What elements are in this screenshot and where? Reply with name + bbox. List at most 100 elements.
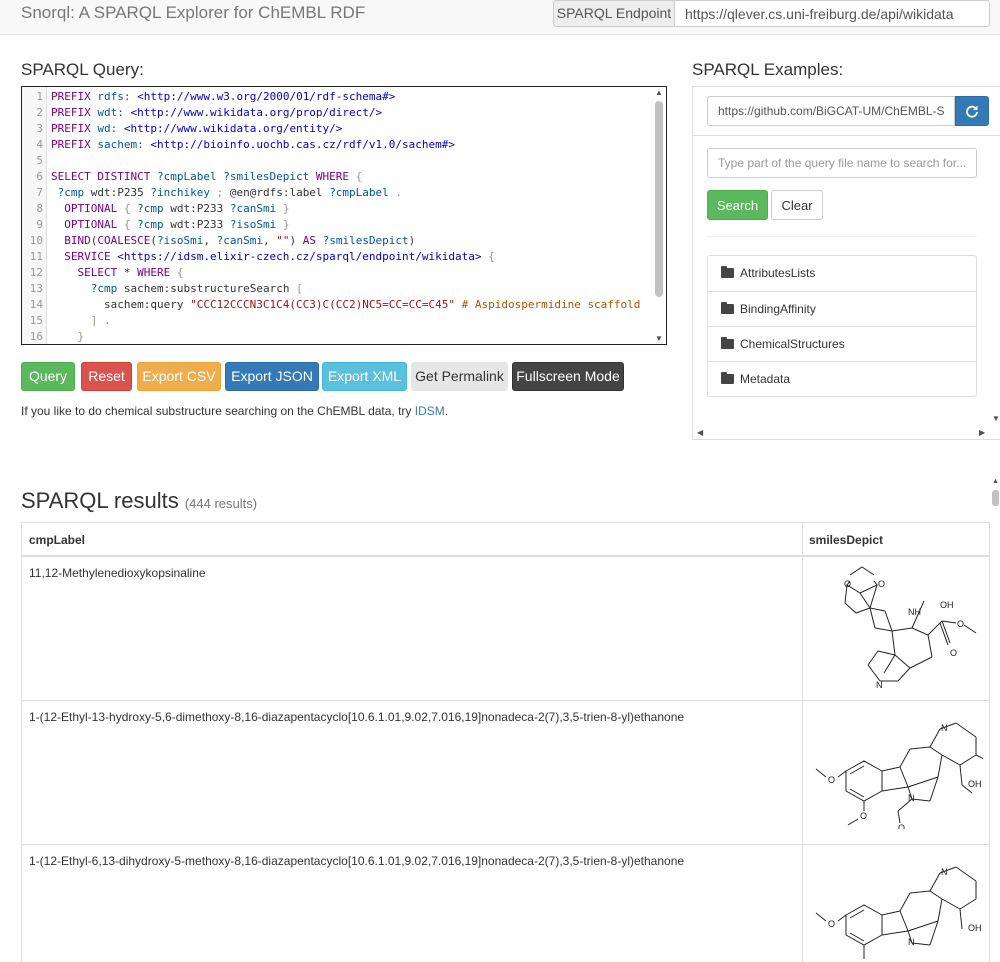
- page-scrollbar[interactable]: ▲: [991, 478, 1000, 948]
- code-line[interactable]: 12 SELECT * WHERE {: [22, 265, 654, 281]
- code-line[interactable]: 16 }: [22, 329, 654, 344]
- results-heading: SPARQL results (444 results): [21, 488, 257, 514]
- code-text[interactable]: PREFIX sachem: <http://bioinfo.uochb.cas…: [51, 137, 455, 153]
- code-text[interactable]: PREFIX wd: <http://www.wikidata.org/enti…: [51, 121, 342, 137]
- mol-atom-label: N: [908, 793, 915, 803]
- code-text[interactable]: ?cmp wdt:P235 ?inchikey ; @en@rdfs:label…: [51, 185, 402, 201]
- query-button[interactable]: Query: [21, 362, 75, 391]
- idsm-note: If you like to do chemical substructure …: [21, 404, 448, 418]
- code-text[interactable]: ] .: [51, 313, 111, 329]
- code-line[interactable]: 9 OPTIONAL { ?cmp wdt:P233 ?isoSmi }: [22, 217, 654, 233]
- code-text[interactable]: SELECT * WHERE {: [51, 265, 184, 281]
- note-end: .: [444, 404, 449, 418]
- folder-icon: [721, 302, 734, 314]
- line-number: 11: [29, 250, 43, 263]
- code-line[interactable]: 1 PREFIX rdfs: <http://www.w3.org/2000/01…: [22, 89, 654, 105]
- code-text[interactable]: SERVICE <https://idsm.elixir-czech.cz/sp…: [51, 249, 494, 265]
- code-line[interactable]: 8 OPTIONAL { ?cmp wdt:P233 ?canSmi }: [22, 201, 654, 217]
- folder-item-bindingaffinity[interactable]: BindingAffinity: [708, 291, 976, 326]
- mol-atom-label: N: [876, 680, 883, 690]
- mol-atom-label: O: [957, 619, 964, 629]
- code-text[interactable]: BIND(COALESCE(?isoSmi, ?canSmi, "") AS ?…: [51, 233, 415, 249]
- code-line[interactable]: 10 BIND(COALESCE(?isoSmi, ?canSmi, "") A…: [22, 233, 654, 249]
- page-scroll-thumb[interactable]: [992, 490, 999, 506]
- code-line[interactable]: 11 SERVICE <https://idsm.elixir-czech.cz…: [22, 249, 654, 265]
- mol-atom-label: N: [908, 937, 915, 947]
- endpoint-label: SPARQL Endpoint: [553, 0, 675, 27]
- mol-atom-label: OH: [940, 600, 954, 610]
- line-number: 10: [29, 234, 43, 247]
- code-text[interactable]: OPTIONAL { ?cmp wdt:P233 ?canSmi }: [51, 201, 289, 217]
- scroll-right-icon[interactable]: ▶: [979, 428, 985, 437]
- code-line[interactable]: 5: [22, 153, 654, 169]
- line-number: 5: [36, 154, 43, 167]
- editor-scrollbar[interactable]: ▲ ▼: [652, 87, 666, 344]
- row-divider: [22, 700, 989, 701]
- folder-label: Metadata: [740, 372, 791, 386]
- structure-depiction-3: N OH O N: [815, 866, 982, 959]
- code-line[interactable]: 14 sachem:query "CCC12CCCN3C1C4(CC3)C(CC…: [22, 297, 654, 313]
- mol-atom-label: OH: [968, 779, 982, 789]
- fullscreen-button[interactable]: Fullscreen Mode: [512, 362, 624, 391]
- code-line[interactable]: 6 SELECT DISTINCT ?cmpLabel ?smilesDepict…: [22, 169, 654, 185]
- code-line[interactable]: 3 PREFIX wd: <http://www.wikidata.org/ent…: [22, 121, 654, 137]
- endpoint-input[interactable]: [674, 0, 990, 27]
- folder-item-chemicalstructures[interactable]: ChemicalStructures: [708, 326, 976, 361]
- code-line[interactable]: 4 PREFIX sachem: <http://bioinfo.uochb.ca…: [22, 137, 654, 153]
- examples-panel: Search Clear AttributesLists BindingAffi…: [692, 86, 1000, 440]
- search-button[interactable]: Search: [707, 190, 768, 220]
- line-number: 8: [36, 202, 43, 215]
- repo-url-input[interactable]: [707, 96, 955, 126]
- folder-item-metadata[interactable]: Metadata: [708, 361, 976, 396]
- code-text[interactable]: ?cmp sachem:substructureSearch [: [51, 281, 303, 297]
- example-search-input[interactable]: [707, 148, 977, 178]
- scroll-left-icon[interactable]: ◀: [697, 428, 703, 437]
- line-number: 1: [36, 90, 43, 103]
- permalink-button[interactable]: Get Permalink: [411, 362, 508, 391]
- line-number: 14: [29, 298, 43, 311]
- code-text[interactable]: SELECT DISTINCT ?cmpLabel ?smilesDepict …: [51, 169, 362, 185]
- mol-atom-label: O: [860, 811, 867, 821]
- folder-item-attributeslists[interactable]: AttributesLists: [708, 256, 976, 291]
- idsm-link[interactable]: IDSM: [415, 404, 445, 418]
- mol-atom-label: O: [950, 648, 957, 658]
- page-scroll-up-icon[interactable]: ▲: [992, 478, 999, 485]
- export-json-button[interactable]: Export JSON: [225, 362, 319, 391]
- mol-atom-label: O: [844, 579, 851, 589]
- folder-label: BindingAffinity: [740, 302, 816, 316]
- code-line[interactable]: 2 PREFIX wdt: <http://www.wikidata.org/pr…: [22, 105, 654, 121]
- column-header-cmplabel[interactable]: cmpLabel: [29, 533, 85, 547]
- brand-title[interactable]: Snorql: A SPARQL Explorer for ChEMBL RDF: [21, 3, 365, 23]
- mol-atom-label: NH: [908, 607, 921, 617]
- scroll-up-icon[interactable]: ▲: [655, 88, 663, 97]
- scroll-down-icon[interactable]: ▼: [992, 414, 1000, 423]
- refresh-button[interactable]: [955, 96, 989, 126]
- code-text[interactable]: PREFIX rdfs: <http://www.w3.org/2000/01/…: [51, 89, 395, 105]
- query-editor[interactable]: 1 PREFIX rdfs: <http://www.w3.org/2000/01…: [21, 86, 667, 345]
- code-text[interactable]: OPTIONAL { ?cmp wdt:P233 ?isoSmi }: [51, 217, 289, 233]
- structure-depiction-2: N OH O N O O: [815, 722, 983, 829]
- export-xml-button[interactable]: Export XML: [322, 362, 407, 391]
- mol-atom-label: N: [941, 867, 948, 877]
- results-title: SPARQL results: [21, 488, 179, 513]
- table-cell-label: 1-(12-Ethyl-6,13-dihydroxy-5-methoxy-8,1…: [29, 854, 685, 868]
- line-number: 4: [36, 138, 43, 151]
- mol-atom-label: OH: [968, 923, 982, 933]
- examples-divider-2: [707, 236, 977, 237]
- query-title: SPARQL Query:: [21, 60, 144, 79]
- editor-scroll-thumb[interactable]: [655, 101, 663, 297]
- line-number: 9: [36, 218, 43, 231]
- column-header-smilesdepict[interactable]: smilesDepict: [809, 533, 883, 547]
- code-text[interactable]: PREFIX wdt: <http://www.wikidata.org/pro…: [51, 105, 382, 121]
- header-divider: [22, 555, 989, 557]
- code-line[interactable]: 15 ] .: [22, 313, 654, 329]
- reset-button[interactable]: Reset: [81, 362, 132, 391]
- code-line[interactable]: 13 ?cmp sachem:substructureSearch [: [22, 281, 654, 297]
- clear-button[interactable]: Clear: [771, 190, 823, 220]
- scroll-down-icon[interactable]: ▼: [655, 334, 663, 343]
- code-line[interactable]: 7 ?cmp wdt:P235 ?inchikey ; @en@rdfs:lab…: [22, 185, 654, 201]
- code-text[interactable]: sachem:query "CCC12CCCN3C1C4(CC3)C(CC2)N…: [51, 297, 640, 313]
- code-text[interactable]: }: [51, 329, 85, 344]
- refresh-icon: [966, 105, 978, 118]
- export-csv-button[interactable]: Export CSV: [137, 362, 221, 391]
